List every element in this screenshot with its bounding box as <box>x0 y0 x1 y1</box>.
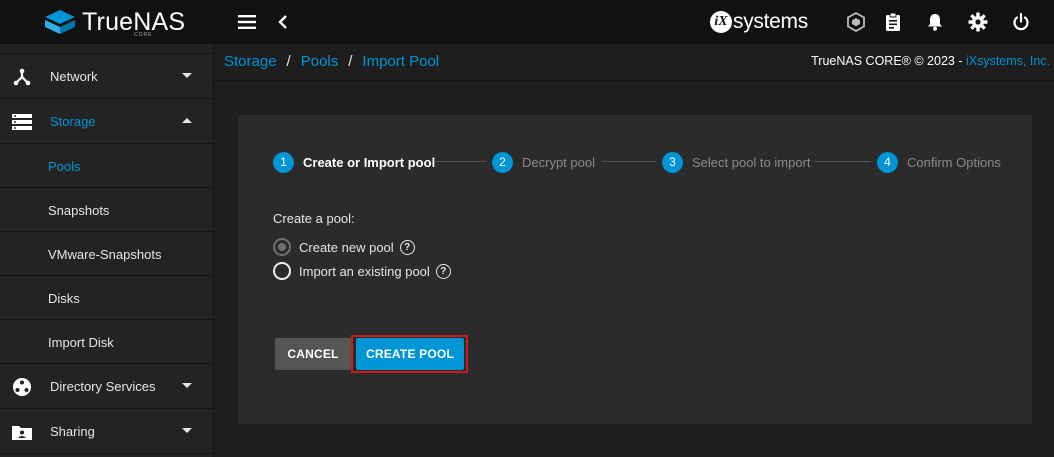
sidebar-subitem-vmware-snapshots[interactable]: VMware-Snapshots <box>0 232 213 276</box>
sidebar-item-directory-services[interactable]: Directory Services <box>0 364 213 409</box>
sidebar-subitem-label: Pools <box>48 159 81 174</box>
step-connector <box>434 161 486 162</box>
option-create-new-pool[interactable]: Create new pool ? <box>273 237 415 257</box>
breadcrumb-storage[interactable]: Storage <box>224 53 277 70</box>
chevron-down-icon <box>182 383 192 388</box>
step-label: Select pool to import <box>692 154 811 170</box>
wizard-step-4[interactable]: 4 Confirm Options <box>877 151 1001 173</box>
breadcrumb-separator: / <box>286 53 291 70</box>
chevron-up-icon <box>182 118 192 123</box>
create-pool-button[interactable]: CREATE POOL <box>356 338 464 370</box>
help-icon[interactable]: ? <box>399 239 415 255</box>
sidebar-item-storage[interactable]: Storage <box>0 99 213 144</box>
ixsystems-logo: iX systems <box>710 9 808 35</box>
sidebar: Network Storage Pools Snapshots VMware-S… <box>0 44 214 457</box>
ix-mark: iX <box>710 11 732 33</box>
create-pool-label: Create a pool: <box>273 211 355 226</box>
radio-label: Create new pool <box>299 239 394 255</box>
sidebar-item-label: Directory Services <box>50 378 156 394</box>
sidebar-subitem-snapshots[interactable]: Snapshots <box>0 188 213 232</box>
radio-label: Import an existing pool <box>299 263 430 279</box>
sidebar-item-label: Sharing <box>50 423 95 439</box>
sidebar-subitem-label: Import Disk <box>48 335 114 350</box>
import-pool-wizard: 1 Create or Import pool 2 Decrypt pool 3… <box>238 115 1032 424</box>
bell-icon[interactable] <box>923 10 947 34</box>
copyright-notice: TrueNAS CORE® © 2023 - iXsystems, Inc. <box>811 54 1050 68</box>
copyright-text: TrueNAS CORE® © 2023 - <box>811 54 966 68</box>
company-link[interactable]: iXsystems, Inc. <box>966 54 1050 68</box>
radio-import-existing-pool[interactable] <box>273 262 291 280</box>
chevron-down-icon <box>182 428 192 433</box>
sharing-icon <box>11 421 33 443</box>
breadcrumb-bar: Storage / Pools / Import Pool TrueNAS CO… <box>215 44 1054 81</box>
breadcrumb-import-pool[interactable]: Import Pool <box>362 53 439 70</box>
sidebar-item-label: Network <box>50 68 98 84</box>
wizard-step-3[interactable]: 3 Select pool to import <box>662 151 811 173</box>
network-icon <box>11 66 33 88</box>
step-number: 1 <box>273 151 294 173</box>
create-pool-highlight: CREATE POOL <box>351 335 468 373</box>
storage-icon <box>11 111 33 133</box>
chevron-down-icon <box>182 73 192 78</box>
step-number: 4 <box>877 151 898 173</box>
breadcrumb-pools[interactable]: Pools <box>301 53 339 70</box>
help-icon[interactable]: ? <box>435 263 451 279</box>
step-label: Confirm Options <box>907 154 1001 170</box>
step-label: Decrypt pool <box>522 154 595 170</box>
menu-icon[interactable] <box>235 10 259 34</box>
truecommand-icon[interactable] <box>844 10 868 34</box>
sidebar-subitem-import-disk[interactable]: Import Disk <box>0 320 213 364</box>
sidebar-item-network[interactable]: Network <box>0 54 213 99</box>
breadcrumb: Storage / Pools / Import Pool <box>224 53 439 70</box>
ix-wordmark: systems <box>733 10 808 33</box>
sidebar-subitem-label: Disks <box>48 291 80 306</box>
sidebar-subitem-pools[interactable]: Pools <box>0 144 213 188</box>
truenas-logo-icon <box>45 10 75 34</box>
step-connector <box>602 161 656 162</box>
step-number: 2 <box>492 151 513 173</box>
sidebar-subitem-disks[interactable]: Disks <box>0 276 213 320</box>
radio-create-new-pool[interactable] <box>273 238 291 256</box>
power-icon[interactable] <box>1009 10 1033 34</box>
top-bar: TrueNAS CORE iX systems <box>0 0 1054 44</box>
wizard-step-1[interactable]: 1 Create or Import pool <box>273 151 435 173</box>
step-connector <box>815 161 871 162</box>
clipboard-icon[interactable] <box>881 10 905 34</box>
sidebar-top-spacer <box>0 44 213 54</box>
cancel-button[interactable]: CANCEL <box>275 338 351 370</box>
option-import-existing-pool[interactable]: Import an existing pool ? <box>273 261 451 281</box>
sidebar-item-label: Storage <box>50 113 96 129</box>
step-number: 3 <box>662 151 683 173</box>
breadcrumb-separator: / <box>348 53 353 70</box>
sidebar-subitem-label: VMware-Snapshots <box>48 247 162 262</box>
chevron-left-icon[interactable] <box>271 10 295 34</box>
sidebar-item-sharing[interactable]: Sharing <box>0 409 213 454</box>
step-label: Create or Import pool <box>303 154 436 170</box>
gear-icon[interactable] <box>966 10 990 34</box>
truenas-logo[interactable]: TrueNAS CORE <box>44 6 204 38</box>
brand-edition: CORE <box>134 32 153 38</box>
directory-icon <box>11 376 33 398</box>
wizard-step-2[interactable]: 2 Decrypt pool <box>492 151 595 173</box>
sidebar-subitem-label: Snapshots <box>48 203 110 218</box>
